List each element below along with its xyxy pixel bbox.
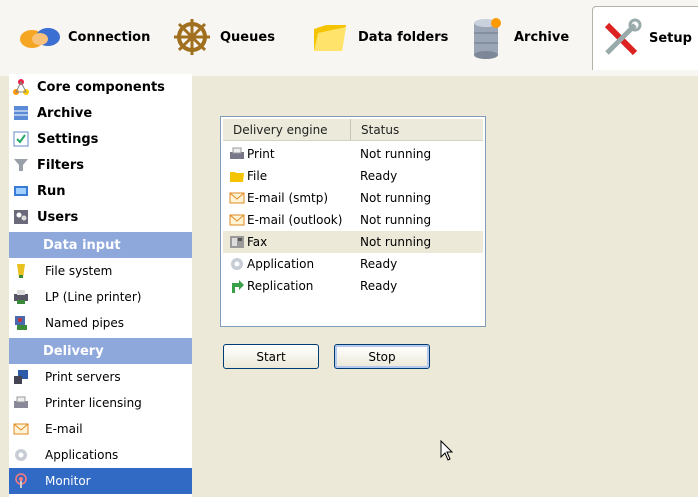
engine-name: File [247,169,268,183]
replication-arrow-icon [229,278,245,294]
funnel-icon [13,157,29,173]
engine-status: Ready [360,169,398,183]
sidebar-item-label: Printer licensing [45,396,142,410]
gear-icon [229,256,245,272]
list-item[interactable]: File Ready [223,165,483,187]
sidebar-item-label: Monitor [45,474,91,488]
queues-tab[interactable]: Queues [170,6,275,68]
engine-name: E-mail (outlook) [247,213,343,227]
printer-icon [13,395,29,411]
engine-name: E-mail (smtp) [247,191,329,205]
engine-name: Print [247,147,275,161]
sidebar-item-printer-licensing[interactable]: Printer licensing [9,390,192,416]
sidebar-item-print-servers[interactable]: Print servers [9,364,192,390]
gear-icon [13,447,29,463]
list-header: Delivery engine Status [223,119,483,141]
printer-icon [229,146,245,162]
main-panel: Delivery engine Status Print Not running… [192,76,698,497]
data-folders-tab[interactable]: Data folders [308,6,448,68]
connection-tab[interactable]: Connection [18,6,150,68]
print-server-icon [13,369,29,385]
folder-icon [308,15,352,59]
column-header-engine[interactable]: Delivery engine [223,119,351,140]
envelope-icon [229,212,245,228]
sidebar-item-email[interactable]: E-mail [9,416,192,442]
sidebar-item-label: Filters [37,157,84,173]
engine-name: Application [247,257,315,271]
folder-icon [229,168,245,184]
engine-status: Not running [360,191,432,205]
sidebar-item-lp-line-printer[interactable]: LP (Line printer) [9,284,192,310]
main-toolbar: Connection Queues Data folders Archive S… [0,0,698,76]
list-item[interactable]: Replication Ready [223,275,483,297]
engine-status: Not running [360,235,432,249]
sidebar-item-label: Archive [37,105,93,121]
stop-button[interactable]: Stop [334,344,430,369]
engine-name: Fax [247,235,268,249]
archive-tab[interactable]: Archive [464,6,569,68]
network-nodes-icon [13,79,29,95]
sidebar-item-label: Named pipes [45,316,125,330]
sidebar-item-label: Print servers [45,370,121,384]
engine-status: Not running [360,213,432,227]
sidebar-item-applications[interactable]: Applications [9,442,192,468]
section-header-data-input: Data input [9,232,192,258]
sidebar-item-label: LP (Line printer) [45,290,142,304]
sidebar-item-label: E-mail [45,422,83,436]
data-folders-label: Data folders [358,29,449,45]
sidebar-item-settings[interactable]: Settings [9,126,192,152]
list-item[interactable]: E-mail (smtp) Not running [223,187,483,209]
checklist-icon [13,131,29,147]
sidebar-item-file-system[interactable]: File system [9,258,192,284]
delivery-engine-list[interactable]: Delivery engine Status Print Not running… [220,116,486,327]
run-icon [13,183,29,199]
database-icon [464,15,508,59]
list-item[interactable]: E-mail (outlook) Not running [223,209,483,231]
sidebar-item-label: Users [37,209,79,225]
setup-tab[interactable]: Setup [592,6,698,70]
users-icon [13,209,29,225]
sidebar-item-run[interactable]: Run [9,178,192,204]
engine-status: Not running [360,147,432,161]
antenna-icon [13,473,29,489]
sidebar-item-label: Run [37,183,66,199]
queues-label: Queues [220,29,275,45]
section-header-delivery: Delivery [9,338,192,364]
sidebar-item-users[interactable]: Users [9,204,192,230]
sidebar-item-archive[interactable]: Archive [9,100,192,126]
sidebar-item-label: Applications [45,448,119,462]
list-item[interactable]: Print Not running [223,143,483,165]
engine-name: Replication [247,279,314,293]
mouse-cursor-icon [440,439,454,465]
connection-label: Connection [68,29,151,45]
sidebar: Core components Archive Settings Filters… [9,74,192,497]
engine-status: Ready [360,279,398,293]
sidebar-item-label: File system [45,264,113,278]
envelope-icon [229,190,245,206]
sidebar-item-label: Settings [37,131,99,147]
sidebar-item-named-pipes[interactable]: Named pipes [9,310,192,336]
file-system-icon [13,263,29,279]
ship-wheel-icon [170,15,214,59]
list-item[interactable]: Fax Not running [223,231,483,253]
sidebar-item-filters[interactable]: Filters [9,152,192,178]
envelope-icon [13,421,29,437]
sidebar-item-monitor[interactable]: Monitor [9,468,192,494]
archive-label: Archive [514,29,570,45]
pipes-icon [13,315,29,331]
column-header-status[interactable]: Status [351,119,399,140]
sidebar-item-label: Core components [37,79,165,95]
fax-icon [229,234,245,250]
list-item[interactable]: Application Ready [223,253,483,275]
tools-icon [599,17,643,61]
sidebar-item-core-components[interactable]: Core components [9,74,192,100]
handshake-icon [18,15,62,59]
archive-icon [13,105,29,121]
printer-icon [13,289,29,305]
setup-label: Setup [649,31,692,46]
start-button[interactable]: Start [223,344,319,369]
engine-status: Ready [360,257,398,271]
